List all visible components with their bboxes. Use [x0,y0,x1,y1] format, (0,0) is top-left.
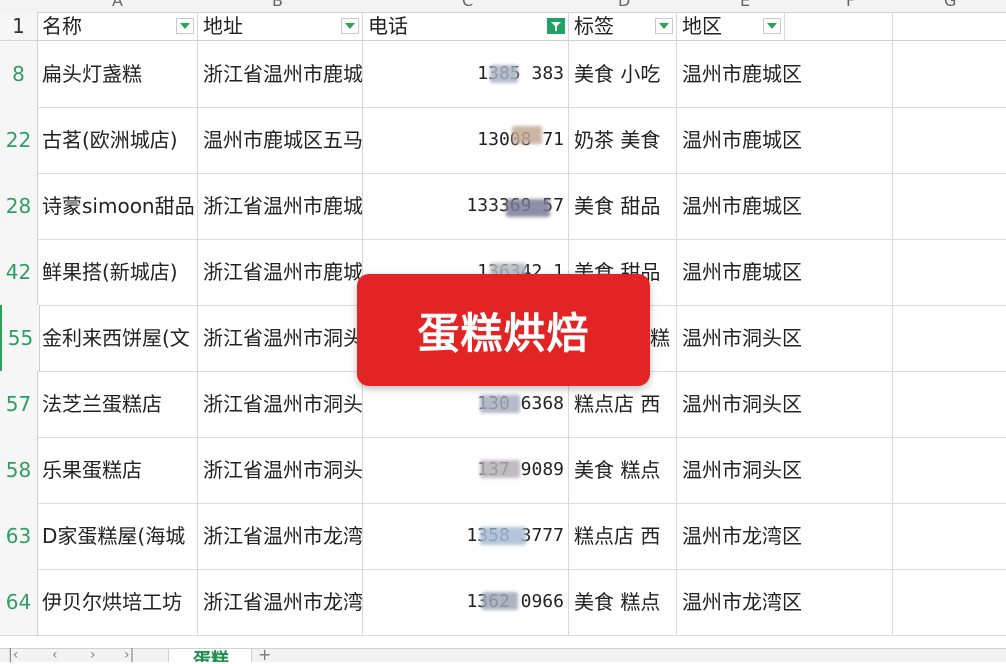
cell-district[interactable]: 温州市鹿城区 [677,239,893,305]
sheet-tab[interactable]: 蛋糕 [168,649,252,662]
cell-district[interactable]: 温州市龙湾区 [677,503,893,569]
header-label-address: 地址 [203,14,243,38]
sheet-tab-bar: |‹ ‹ › ›| 蛋糕 + [0,647,1006,663]
redaction-blur [506,199,550,217]
cell-tags[interactable]: 美食 糕点 [569,569,677,635]
header-cell-phone[interactable]: 电话 [363,12,569,40]
cell-name[interactable]: 金利来西饼屋(文 [37,305,198,371]
cell-tags[interactable]: 美食 糕点 [569,437,677,503]
row-number[interactable]: 58 [0,437,38,503]
header-label-name: 名称 [42,14,82,38]
column-letter-c[interactable]: C [462,0,473,10]
plus-icon[interactable]: + [258,647,271,663]
redaction-blur [480,527,526,545]
header-cell-address[interactable]: 地址 [198,12,363,40]
cell-address[interactable]: 浙江省温州市洞头 [198,371,363,437]
cell-tags[interactable]: 奶茶 美食 [569,107,677,173]
cell-district[interactable]: 温州市鹿城区 [677,107,893,173]
row-number[interactable]: 28 [0,173,38,239]
cell-address[interactable]: 浙江省温州市鹿城 [198,173,363,239]
row-number[interactable]: 63 [0,503,38,569]
funnel-filter-icon[interactable] [547,18,565,34]
category-banner: 蛋糕烘焙 [357,274,650,386]
table-row: 22 古茗(欧洲城店) 温州市鹿城区五马 13008 71 奶茶 美食 温州市鹿… [0,107,1006,174]
cell-name[interactable]: D家蛋糕屋(海城 [37,503,198,569]
cell-address[interactable]: 浙江省温州市鹿城 [198,239,363,305]
cell-phone[interactable]: 1385 383 [363,41,569,107]
cell-address[interactable]: 浙江省温州市龙湾 [198,503,363,569]
spreadsheet: A B C D E F G 1 名称 地址 电话 标签 地区 8 扁头灯盏糕 浙… [0,0,1006,663]
next-sheet-icon[interactable]: › [90,648,96,662]
header-row: 1 名称 地址 电话 标签 地区 [0,12,1006,41]
cell-name[interactable]: 古茗(欧洲城店) [37,107,198,173]
banner-text: 蛋糕烘焙 [417,308,590,358]
previous-sheet-icon[interactable]: ‹ [52,648,58,662]
cell-name[interactable]: 伊贝尔烘培工坊 [37,569,198,635]
header-label-phone: 电话 [368,14,408,38]
cell-name[interactable]: 扁头灯盏糕 [37,41,198,107]
cell-district[interactable]: 温州市鹿城区 [677,41,893,107]
table-row: 28 诗蒙simoon甜品 浙江省温州市鹿城 133369 57 美食 甜品 温… [0,173,1006,240]
cell-name[interactable]: 诗蒙simoon甜品 [37,173,198,239]
header-label-tags: 标签 [574,14,614,38]
first-sheet-icon[interactable]: |‹ [8,648,18,662]
row-number[interactable]: 55 [0,305,40,371]
redaction-blur [482,592,518,610]
cell-phone[interactable]: 137 9089 [363,437,569,503]
header-cell-tags[interactable]: 标签 [569,12,677,40]
cell-district[interactable]: 温州市龙湾区 [677,569,893,635]
cell-tags[interactable]: 美食 小吃 [569,41,677,107]
filter-dropdown-icon[interactable] [341,18,359,34]
column-letter-f[interactable]: F [846,0,855,10]
cell-address[interactable]: 浙江省温州市洞头 [198,437,363,503]
column-letter-e[interactable]: E [740,0,750,10]
row-number[interactable]: 1 [0,12,38,40]
cell-district[interactable]: 温州市鹿城区 [677,173,893,239]
row-number[interactable]: 22 [0,107,38,173]
row-number[interactable]: 57 [0,371,38,437]
cell-district[interactable]: 温州市洞头区 [677,371,893,437]
redaction-blur [490,65,518,83]
header-cell-name[interactable]: 名称 [37,12,198,40]
header-cell-district[interactable]: 地区 [677,12,785,40]
filter-dropdown-icon[interactable] [176,18,194,34]
header-cell-empty[interactable] [785,12,893,40]
column-letter-g[interactable]: G [944,0,956,10]
cell-district[interactable]: 温州市洞头区 [677,305,893,371]
cell-address[interactable]: 浙江省温州市洞头 [198,305,363,371]
header-label-district: 地区 [682,14,722,38]
row-number[interactable]: 8 [0,41,38,107]
column-letter-a[interactable]: A [112,0,123,10]
cell-address[interactable]: 温州市鹿城区五马 [198,107,363,173]
cell-tags[interactable]: 糕点店 西 [569,503,677,569]
redaction-blur [480,395,520,413]
cell-address[interactable]: 浙江省温州市鹿城 [198,41,363,107]
column-letter-b[interactable]: B [272,0,283,10]
cell-name[interactable]: 法芝兰蛋糕店 [37,371,198,437]
row-number[interactable]: 42 [0,239,38,305]
redaction-blur [480,460,520,478]
filter-dropdown-icon[interactable] [655,18,673,34]
redaction-blur [512,126,542,144]
column-letter-d[interactable]: D [618,0,630,10]
cell-name[interactable]: 鲜果搭(新城店) [37,239,198,305]
filter-dropdown-icon[interactable] [763,18,781,34]
last-sheet-icon[interactable]: ›| [124,648,134,662]
cell-district[interactable]: 温州市洞头区 [677,437,893,503]
cell-address[interactable]: 浙江省温州市龙湾 [198,569,363,635]
cell-tags[interactable]: 美食 甜品 [569,173,677,239]
cell-name[interactable]: 乐果蛋糕店 [37,437,198,503]
cell-phone[interactable]: 1362 0966 [363,569,569,635]
row-number[interactable]: 64 [0,569,38,635]
cell-phone[interactable]: 1358 3777 [363,503,569,569]
